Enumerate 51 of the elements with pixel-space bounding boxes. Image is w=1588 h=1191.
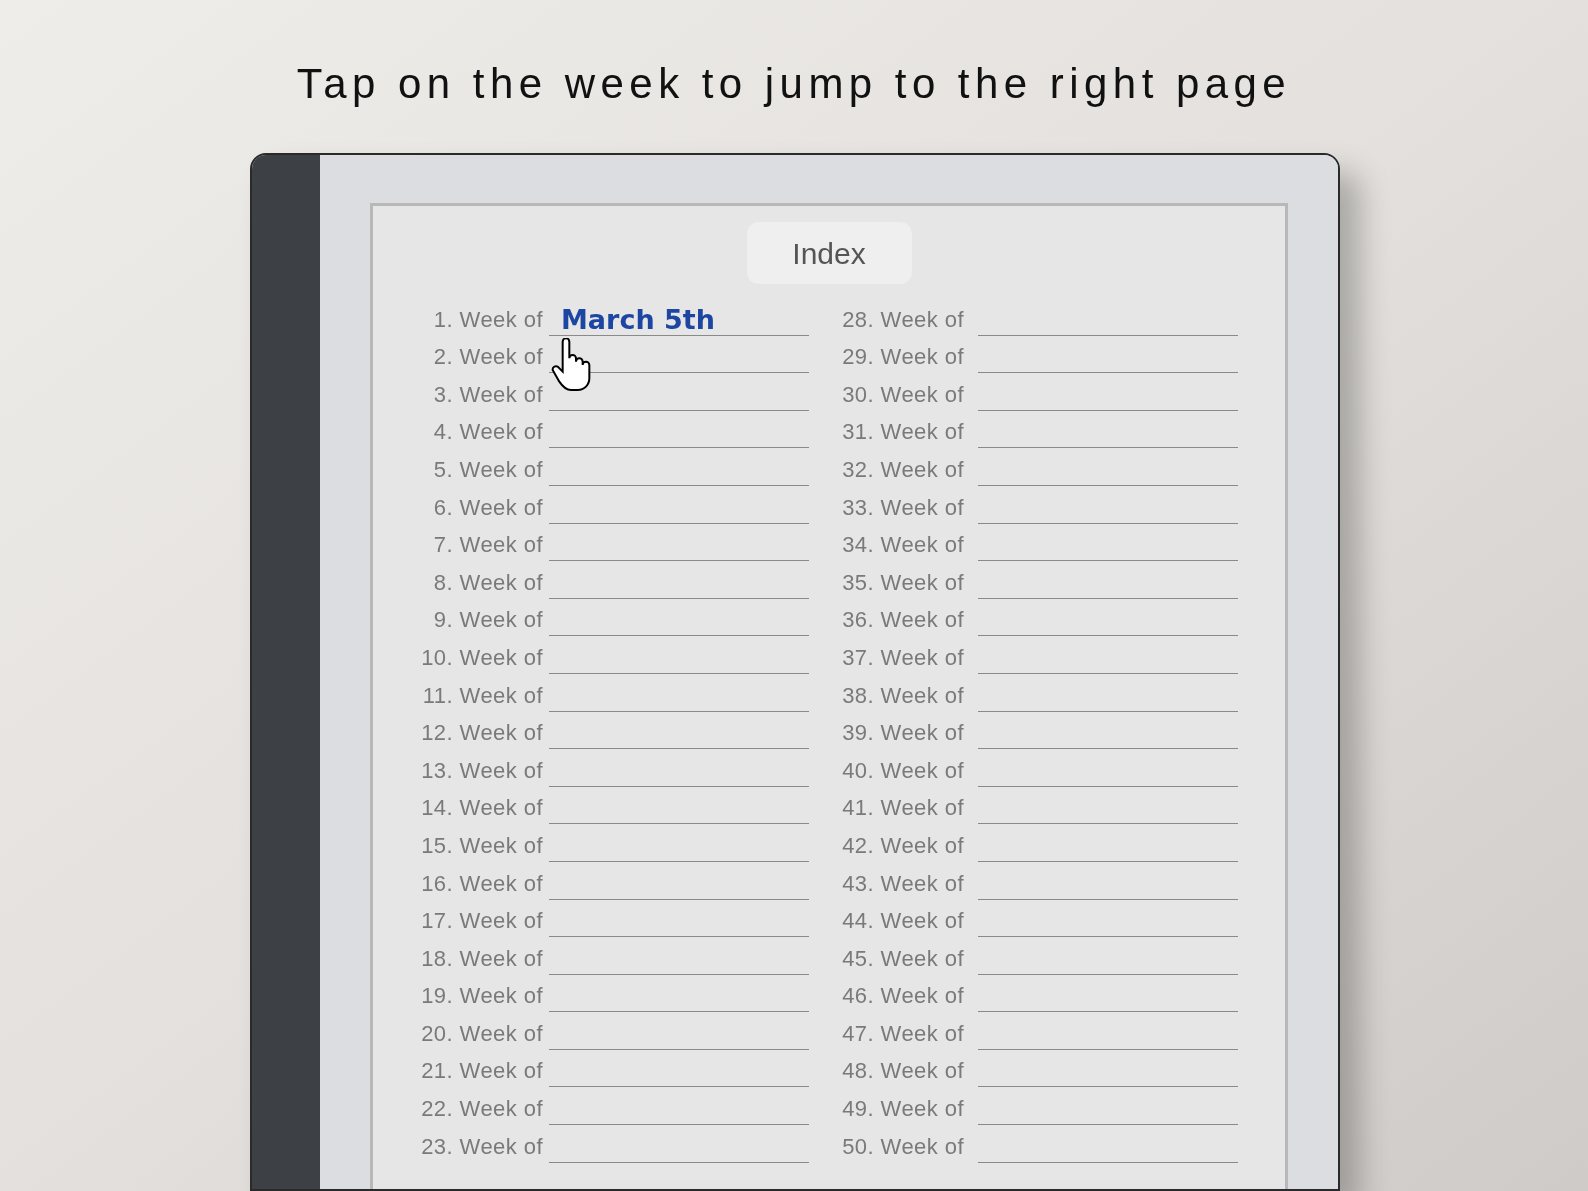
entry-label[interactable]: 28. Week of bbox=[814, 302, 964, 336]
entry-label[interactable]: 3. Week of bbox=[373, 377, 543, 411]
entry-label[interactable]: 9. Week of bbox=[373, 603, 543, 637]
entry-label[interactable]: 30. Week of bbox=[814, 377, 964, 411]
entry-label[interactable]: 11. Week of bbox=[373, 678, 543, 712]
hand-cursor-icon bbox=[551, 338, 591, 392]
entry-label[interactable]: 38. Week of bbox=[814, 678, 964, 712]
entry-label[interactable]: 48. Week of bbox=[814, 1054, 964, 1088]
entry-label[interactable]: 4. Week of bbox=[373, 415, 543, 449]
entry-label[interactable]: 41. Week of bbox=[814, 791, 964, 825]
entry-label[interactable]: 40. Week of bbox=[814, 753, 964, 787]
entry-label[interactable]: 10. Week of bbox=[373, 640, 543, 674]
entry-label[interactable]: 37. Week of bbox=[814, 640, 964, 674]
entry-label[interactable]: 31. Week of bbox=[814, 415, 964, 449]
entry-label[interactable]: 33. Week of bbox=[814, 490, 964, 524]
entry-label[interactable]: 6. Week of bbox=[373, 490, 543, 524]
entry-label[interactable]: 29. Week of bbox=[814, 340, 964, 374]
entry-label[interactable]: 1. Week of bbox=[373, 302, 543, 336]
handwritten-entry: March 5th bbox=[561, 305, 715, 335]
entry-label[interactable]: 32. Week of bbox=[814, 452, 964, 486]
entry-label[interactable]: 2. Week of bbox=[373, 340, 543, 374]
entry-label[interactable]: 49. Week of bbox=[814, 1092, 964, 1126]
entry-label[interactable]: 20. Week of bbox=[373, 1016, 543, 1050]
entry-label[interactable]: 46. Week of bbox=[814, 979, 964, 1013]
entry-label[interactable]: 5. Week of bbox=[373, 452, 543, 486]
entry-label[interactable]: 15. Week of bbox=[373, 828, 543, 862]
fill-in-line[interactable]: March 5th bbox=[549, 301, 809, 336]
entry-label[interactable]: 14. Week of bbox=[373, 791, 543, 825]
entry-label[interactable]: 8. Week of bbox=[373, 565, 543, 599]
entry-label[interactable]: 21. Week of bbox=[373, 1054, 543, 1088]
entry-label[interactable]: 16. Week of bbox=[373, 866, 543, 900]
entry-label[interactable]: 7. Week of bbox=[373, 528, 543, 562]
entry-label[interactable]: 22. Week of bbox=[373, 1092, 543, 1126]
entry-label[interactable]: 12. Week of bbox=[373, 716, 543, 750]
entry-label[interactable]: 17. Week of bbox=[373, 904, 543, 938]
entry-label[interactable]: 44. Week of bbox=[814, 904, 964, 938]
entry-label[interactable]: 43. Week of bbox=[814, 866, 964, 900]
entry-label[interactable]: 35. Week of bbox=[814, 565, 964, 599]
entry-label[interactable]: 18. Week of bbox=[373, 941, 543, 975]
entry-label[interactable]: 34. Week of bbox=[814, 528, 964, 562]
entry-label[interactable]: 39. Week of bbox=[814, 716, 964, 750]
entry-label[interactable]: 13. Week of bbox=[373, 753, 543, 787]
entry-label[interactable]: 45. Week of bbox=[814, 941, 964, 975]
entry-label[interactable]: 23. Week of bbox=[373, 1129, 543, 1163]
entry-label[interactable]: 50. Week of bbox=[814, 1129, 964, 1163]
headline: Tap on the week to jump to the right page bbox=[296, 59, 1292, 109]
entry-label[interactable]: 36. Week of bbox=[814, 603, 964, 637]
entry-label[interactable]: 42. Week of bbox=[814, 828, 964, 862]
entry-label[interactable]: 19. Week of bbox=[373, 979, 543, 1013]
index-title[interactable]: Index bbox=[746, 222, 912, 284]
entry-label[interactable]: 47. Week of bbox=[814, 1016, 964, 1050]
